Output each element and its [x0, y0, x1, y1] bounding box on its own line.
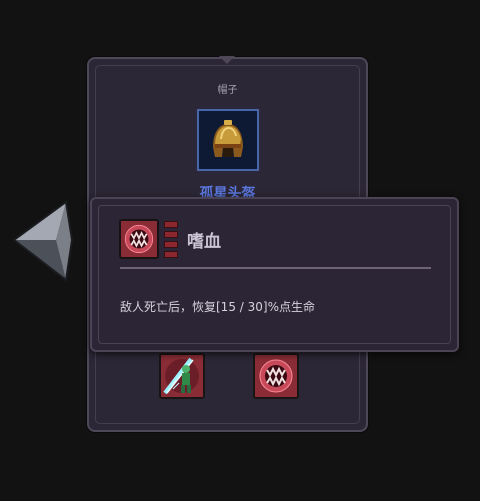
skill-tier-indicator	[164, 221, 178, 258]
panel-notch	[219, 56, 235, 64]
skill-name: 嗜血	[187, 232, 221, 252]
slot-label: 帽子	[217, 85, 238, 96]
helmet-icon	[213, 120, 243, 157]
skill-tooltip: 嗜血 敌人死亡后，恢复[15 / 30]%点生命	[90, 197, 459, 352]
tier-bar	[164, 221, 178, 228]
blood-maw-icon	[255, 355, 297, 397]
item-icon-slot[interactable]	[197, 109, 259, 171]
tier-bar	[164, 231, 178, 238]
blood-maw-icon	[121, 221, 157, 257]
tooltip-divider	[120, 267, 431, 269]
tier-bar	[164, 251, 178, 258]
skill-description: 敌人死亡后，恢复[15 / 30]%点生命	[120, 300, 315, 314]
tier-bar	[164, 241, 178, 248]
green-warrior-slash-slot[interactable]	[159, 353, 205, 399]
blood-maw-slot[interactable]	[253, 353, 299, 399]
skill-icon-frame	[119, 219, 159, 259]
previous-arrow-icon[interactable]	[12, 198, 74, 284]
green-warrior-slash-icon	[161, 355, 203, 397]
